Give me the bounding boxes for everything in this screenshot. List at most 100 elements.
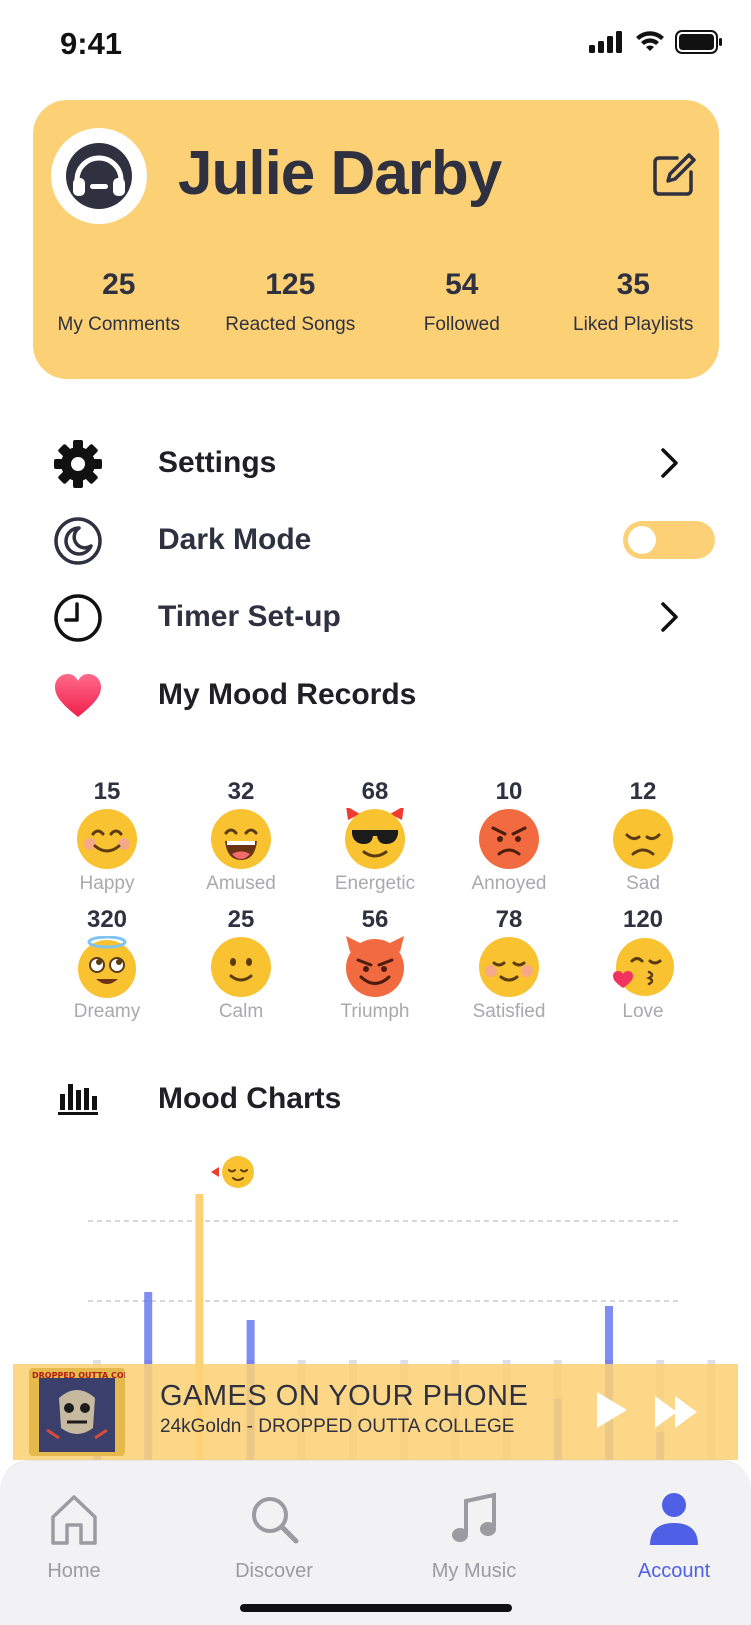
person-icon bbox=[650, 1493, 698, 1545]
profile-stats: 25 My Comments 125 Reacted Songs 54 Foll… bbox=[33, 268, 719, 336]
status-bar: 9:41 bbox=[0, 0, 751, 90]
avatar[interactable] bbox=[51, 128, 147, 224]
triumph-emoji-icon bbox=[346, 936, 404, 997]
mood-annoyed[interactable]: 10 Annoyed bbox=[442, 778, 576, 906]
section-mood-records: My Mood Records bbox=[0, 664, 751, 724]
toggle-knob bbox=[628, 526, 656, 554]
status-time: 9:41 bbox=[60, 26, 123, 61]
now-playing-bar[interactable]: DROPPED OUTTA COLLEGE GAMES ON YOUR PHON… bbox=[13, 1364, 738, 1460]
moon-icon bbox=[52, 515, 104, 567]
tab-home[interactable]: Home bbox=[4, 1491, 144, 1583]
mood-dreamy[interactable]: 320 Dreamy bbox=[40, 906, 174, 1034]
fast-forward-icon[interactable] bbox=[653, 1394, 703, 1430]
menu-item-dark-mode: Dark Mode bbox=[0, 509, 751, 569]
mood-label: Calm bbox=[218, 1001, 264, 1022]
menu-label: Dark Mode bbox=[158, 523, 312, 556]
highlight-marker bbox=[211, 1156, 254, 1188]
mood-count: 320 bbox=[86, 906, 128, 933]
mood-count: 32 bbox=[227, 778, 255, 805]
mood-label: Love bbox=[622, 1001, 664, 1022]
menu-item-timer-setup[interactable]: Timer Set-up bbox=[0, 586, 751, 646]
stat-value: 125 bbox=[265, 268, 316, 301]
profile-name: Julie Darby bbox=[178, 139, 502, 208]
chevron-right-icon bbox=[661, 448, 678, 478]
bar-chart-icon bbox=[52, 1072, 104, 1124]
stat-value: 54 bbox=[445, 268, 479, 301]
calm-emoji-icon bbox=[211, 937, 271, 997]
mood-label: Sad bbox=[626, 873, 660, 894]
mood-happy[interactable]: 15 Happy bbox=[40, 778, 174, 906]
mood-count: 25 bbox=[227, 906, 255, 933]
album-art: DROPPED OUTTA COLLEGE bbox=[29, 1368, 125, 1456]
music-note-icon bbox=[452, 1492, 496, 1542]
stat-followed[interactable]: 54 Followed bbox=[376, 268, 548, 336]
satisfied-emoji-icon bbox=[479, 937, 539, 997]
mood-count: 12 bbox=[629, 778, 657, 805]
search-icon bbox=[252, 1497, 299, 1544]
mood-energetic[interactable]: 68 Energetic bbox=[308, 778, 442, 906]
mood-sad[interactable]: 12 Sad bbox=[576, 778, 710, 906]
dreamy-emoji-icon bbox=[78, 935, 136, 998]
mood-row: 15 Happy 32 Amused 68 Energetic 10 Annoy… bbox=[40, 778, 710, 906]
mood-grid: 15 Happy 32 Amused 68 Energetic 10 Annoy… bbox=[40, 778, 710, 1034]
annoyed-emoji-icon bbox=[479, 809, 539, 869]
stat-reacted-songs[interactable]: 125 Reacted Songs bbox=[205, 268, 377, 336]
stat-my-comments[interactable]: 25 My Comments bbox=[33, 268, 205, 336]
mood-count: 56 bbox=[361, 906, 389, 933]
chevron-right-icon bbox=[661, 602, 678, 632]
clock-icon bbox=[52, 592, 104, 644]
home-icon bbox=[51, 1495, 97, 1545]
wifi-icon bbox=[636, 31, 664, 51]
mood-label: Amused bbox=[206, 873, 276, 894]
happy-emoji-icon bbox=[77, 809, 137, 869]
tab-label: Account bbox=[637, 1560, 711, 1582]
track-artist: 24kGoldn - DROPPED OUTTA COLLEGE bbox=[160, 1416, 515, 1437]
mood-count: 78 bbox=[495, 906, 523, 933]
mood-count: 68 bbox=[361, 778, 389, 805]
play-icon[interactable] bbox=[593, 1390, 629, 1430]
mood-amused[interactable]: 32 Amused bbox=[174, 778, 308, 906]
stat-label: Reacted Songs bbox=[225, 314, 356, 335]
mood-triumph[interactable]: 56 Triumph bbox=[308, 906, 442, 1034]
menu-label: Settings bbox=[158, 446, 277, 479]
mood-count: 15 bbox=[93, 778, 121, 805]
mood-label: Dreamy bbox=[73, 1001, 141, 1022]
stat-value: 35 bbox=[616, 268, 650, 301]
menu-item-settings[interactable]: Settings bbox=[0, 432, 751, 492]
cellular-signal-icon bbox=[589, 31, 622, 53]
tab-discover[interactable]: Discover bbox=[204, 1491, 344, 1583]
heart-icon bbox=[52, 670, 104, 722]
stat-label: Liked Playlists bbox=[573, 314, 694, 335]
mood-label: Energetic bbox=[334, 873, 416, 894]
tab-my-music[interactable]: My Music bbox=[404, 1491, 544, 1583]
energetic-emoji-icon bbox=[345, 806, 405, 869]
tab-label: My Music bbox=[431, 1560, 517, 1582]
battery-icon bbox=[675, 30, 722, 54]
mood-love[interactable]: 120 Love bbox=[576, 906, 710, 1034]
tab-account[interactable]: Account bbox=[604, 1491, 744, 1583]
gear-icon bbox=[52, 438, 104, 490]
stat-liked-playlists[interactable]: 35 Liked Playlists bbox=[548, 268, 720, 336]
home-indicator bbox=[240, 1604, 512, 1612]
mood-count: 10 bbox=[495, 778, 523, 805]
tab-label: Discover bbox=[235, 1560, 313, 1582]
menu-label: Timer Set-up bbox=[158, 600, 341, 633]
mood-label: Satisfied bbox=[472, 1001, 546, 1022]
edit-profile-icon[interactable] bbox=[651, 152, 697, 198]
mood-calm[interactable]: 25 Calm bbox=[174, 906, 308, 1034]
love-emoji-icon bbox=[613, 938, 674, 996]
tab-label: Home bbox=[47, 1560, 101, 1582]
section-title: Mood Charts bbox=[158, 1082, 342, 1115]
mood-count: 120 bbox=[622, 906, 664, 933]
mood-satisfied[interactable]: 78 Satisfied bbox=[442, 906, 576, 1034]
album-art-text: DROPPED OUTTA COLLEGE bbox=[32, 1371, 125, 1380]
tab-bar: Home Discover My Music Account bbox=[0, 1460, 751, 1625]
section-mood-charts: Mood Charts bbox=[0, 1068, 751, 1128]
status-icons bbox=[589, 30, 723, 54]
profile-card: Julie Darby 25 My Comments 125 Reacted S… bbox=[33, 100, 719, 379]
mood-label: Happy bbox=[79, 873, 135, 894]
dark-mode-toggle[interactable] bbox=[623, 521, 715, 559]
stat-label: My Comments bbox=[57, 314, 180, 335]
mood-label: Triumph bbox=[340, 1001, 410, 1022]
mood-row: 320 Dreamy 25 Calm 56 Triumph 78 Satisfi… bbox=[40, 906, 710, 1034]
